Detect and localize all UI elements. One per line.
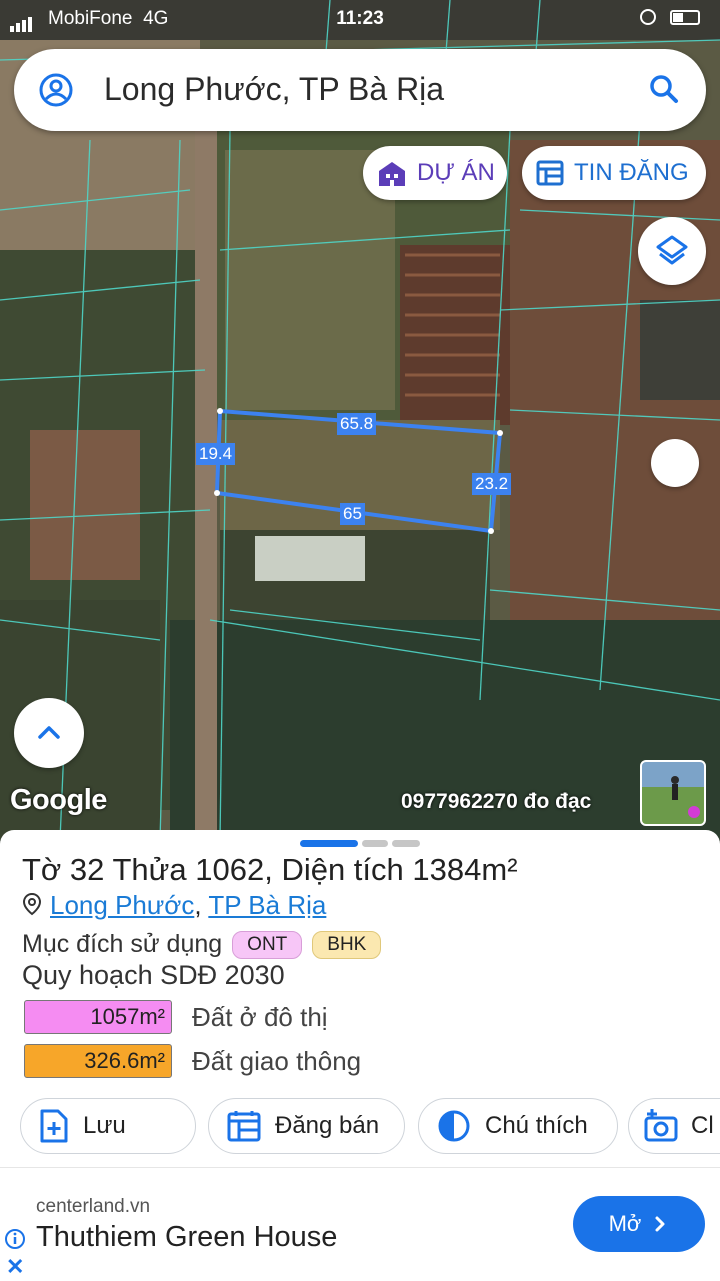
ward-link[interactable]: Long Phước: [50, 890, 194, 920]
city-link[interactable]: TP Bà Rịa: [208, 890, 326, 920]
chevron-up-icon: [38, 726, 60, 739]
info-icon[interactable]: [4, 1228, 26, 1250]
camera-button[interactable]: Cl: [628, 1098, 720, 1154]
location-button[interactable]: [651, 439, 699, 487]
layers-icon: [656, 235, 688, 265]
post-sale-button[interactable]: Đăng bán: [208, 1098, 405, 1154]
ad-title: Thuthiem Green House: [36, 1221, 338, 1253]
google-logo: Google: [10, 784, 107, 816]
building-icon: [379, 162, 405, 186]
ad-open-label: Mở: [608, 1211, 642, 1236]
contrast-icon: [438, 1110, 470, 1142]
page-indicator: [392, 840, 420, 847]
projects-button[interactable]: DỰ ÁN: [363, 146, 507, 200]
parcel-title: Tờ 32 Thửa 1062, Diện tích 1384m²: [22, 852, 518, 887]
plan-area-label: Đất ở đô thị: [192, 1002, 328, 1032]
calendar-list-icon: [227, 1111, 261, 1142]
legend-label: Chú thích: [485, 1112, 588, 1139]
land-use-tag-bhk[interactable]: BHK: [312, 931, 382, 959]
satellite-map[interactable]: 65.8 19.4 23.2 65 MobiFone 4G 11:23 Long…: [0, 0, 720, 840]
listing-icon: [536, 160, 564, 186]
rotation-lock-icon: [640, 9, 656, 25]
save-label: Lưu: [83, 1112, 126, 1139]
person-photo: [671, 776, 700, 818]
camera-label: Cl: [691, 1112, 714, 1139]
post-sale-label: Đăng bán: [275, 1112, 380, 1139]
search-bar[interactable]: Long Phước, TP Bà Rịa: [14, 49, 706, 131]
layers-button[interactable]: [638, 217, 706, 285]
plan-area-label: Đất giao thông: [192, 1046, 362, 1076]
plan-area-value: 326.6m²: [24, 1044, 172, 1078]
battery-icon: [670, 10, 700, 25]
save-button[interactable]: Lưu: [20, 1098, 196, 1154]
pin-icon: [22, 892, 42, 916]
parcel-left-length: 19.4: [196, 443, 236, 465]
ad-banner[interactable]: centerland.vn Thuthiem Green House Mở ✕: [0, 1167, 720, 1281]
thumbnail-image[interactable]: [640, 760, 706, 826]
page-indicator: [362, 840, 388, 847]
plan-area-value: 1057m²: [24, 1000, 172, 1034]
listings-button[interactable]: TIN ĐĂNG: [522, 146, 706, 200]
parcel-top-length: 65.8: [337, 413, 377, 435]
clock: 11:23: [336, 8, 384, 29]
parcel-right-length: 23.2: [472, 473, 512, 495]
listings-label: TIN ĐĂNG: [574, 159, 689, 186]
search-text[interactable]: Long Phước, TP Bà Rịa: [104, 71, 444, 108]
legend-button[interactable]: Chú thích: [418, 1098, 618, 1154]
info-sheet: Tờ 32 Thửa 1062, Diện tích 1384m² Long P…: [0, 830, 720, 1281]
ad-open-button[interactable]: Mở: [573, 1196, 705, 1252]
ad-domain: centerland.vn: [36, 1196, 151, 1217]
land-use-row: Mục đích sử dụng ONT BHK: [22, 930, 382, 959]
account-icon[interactable]: [38, 72, 74, 108]
location-row: Long Phước, TP Bà Rịa: [22, 890, 326, 921]
watermark-text: 0977962270 đo đạc: [401, 790, 592, 813]
camera-add-icon: [644, 1109, 678, 1142]
parcel-bottom-length: 65: [340, 503, 365, 525]
close-icon[interactable]: ✕: [6, 1254, 24, 1280]
land-use-tag-ont[interactable]: ONT: [232, 931, 303, 959]
search-icon[interactable]: [648, 73, 680, 105]
plan-title: Quy hoạch SDĐ 2030: [22, 960, 285, 990]
status-bar: MobiFone 4G 11:23: [0, 0, 720, 36]
page-indicator-active: [300, 840, 358, 847]
expand-up-button[interactable]: [14, 698, 84, 768]
add-file-icon: [40, 1109, 68, 1143]
chevron-right-icon: [655, 1216, 665, 1232]
projects-label: DỰ ÁN: [417, 159, 495, 186]
